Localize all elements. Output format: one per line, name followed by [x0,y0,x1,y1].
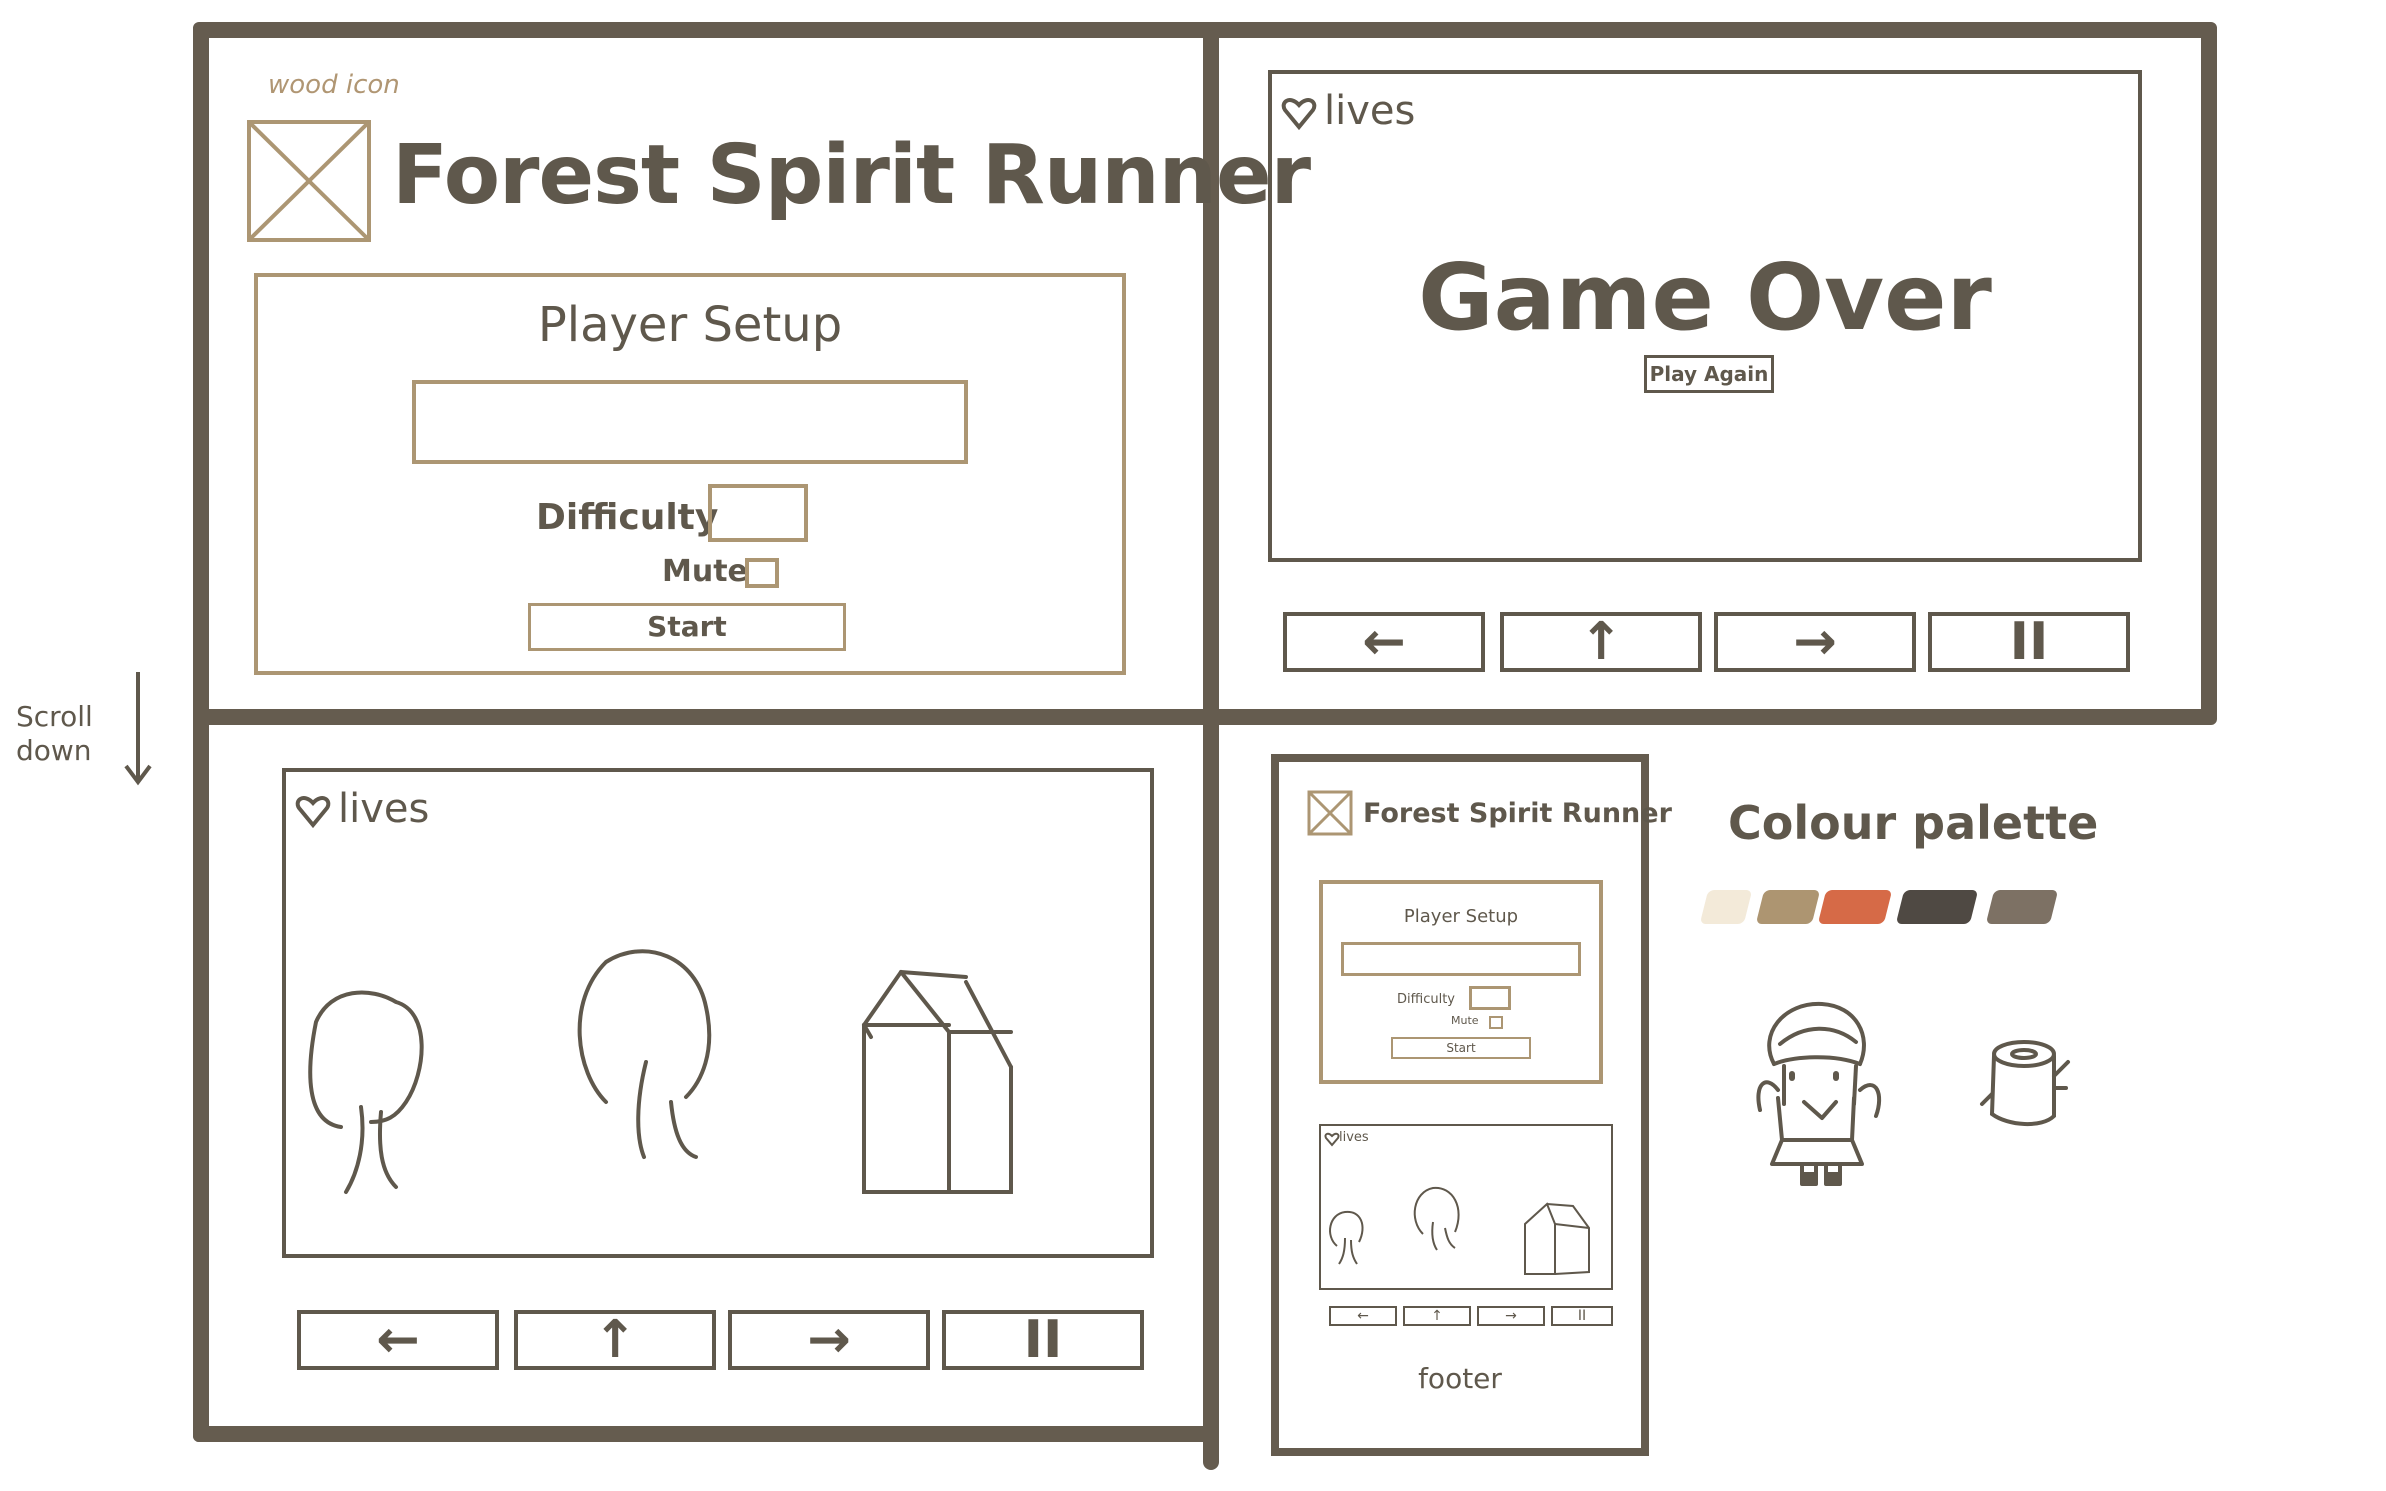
scroll-down-arrow [124,672,152,786]
game-title: Forest Spirit Runner [392,128,1311,223]
mobile-pause-button[interactable]: II [1551,1306,1613,1326]
mobile-game-viewport: lives [1319,1124,1613,1290]
difficulty-select[interactable] [708,484,808,542]
tree-icon [577,949,712,1159]
play-again-button[interactable]: Play Again [1644,355,1774,393]
mobile-difficulty-select[interactable] [1469,986,1511,1010]
wood-icon [1307,790,1353,836]
right-button[interactable]: → [728,1310,930,1370]
player-name-input[interactable] [412,380,968,464]
wood-icon-annotation: wood icon [268,70,400,100]
palette-swatch [1699,890,1753,924]
mobile-start-button[interactable]: Start [1391,1037,1531,1059]
palette-swatch [1985,890,2059,924]
mobile-left-button[interactable]: ← [1329,1306,1397,1326]
mobile-mute-label: Mute [1451,1014,1479,1027]
palette-swatch [1755,890,1821,924]
mobile-game-scene [1329,1186,1590,1275]
player-setup-title: Player Setup [537,297,843,353]
tree-icon [1329,1210,1364,1265]
mute-label: Mute [662,554,748,589]
mobile-footer: footer [1418,1362,1502,1395]
mobile-frame: Forest Spirit Runner Player Setup Diffic… [1271,754,1672,1456]
difficulty-label: Difficulty [536,497,719,538]
desktop-divider-vertical [1203,30,1219,1470]
up-button[interactable]: ↑ [514,1310,716,1370]
wood-icon-placeholder [247,120,371,242]
start-button[interactable]: Start [528,603,846,651]
left-button[interactable]: ← [297,1310,499,1370]
player-setup-panel: Player Setup Difficulty Mute Start [254,273,1126,675]
mobile-setup-title: Player Setup [1403,906,1519,927]
mobile-up-button[interactable]: ↑ [1403,1306,1471,1326]
log-stump [1980,1040,2070,1127]
scroll-annotation: Scroll down [16,700,93,768]
colour-palette-title: Colour palette [1728,796,2099,850]
wood-icon [247,120,371,242]
tree-icon [308,990,424,1194]
desktop-frame-bottom-edge [193,1426,1219,1442]
lives-label: lives [1324,88,1416,134]
house-icon [1524,1202,1590,1275]
mobile-difficulty-label: Difficulty [1397,992,1455,1007]
game-scene [308,949,1013,1194]
mobile-name-input[interactable] [1341,942,1581,976]
game-over-viewport: lives Game Over Play Again [1268,70,2142,562]
mobile-mute-checkbox[interactable] [1489,1016,1503,1029]
palette-swatch [1895,890,1979,924]
up-button[interactable]: ↑ [1500,612,1702,672]
mobile-right-button[interactable]: → [1477,1306,1545,1326]
game-over-heading: Game Over [1418,244,1992,351]
palette-swatch [1817,890,1893,924]
pause-button[interactable]: II [942,1310,1144,1370]
spirit-character [1756,1001,1882,1186]
tree-icon [1413,1186,1460,1251]
mute-checkbox[interactable] [745,558,779,588]
desktop-frame-bottom [193,700,209,1442]
gameplay-viewport: lives [282,768,1154,1258]
mobile-setup-panel: Player Setup Difficulty Mute Start [1319,880,1603,1084]
scroll-annotation-line1: Scroll [16,700,93,733]
house-icon [862,970,1013,1194]
pause-button[interactable]: II [1928,612,2130,672]
heart-icon [1281,98,1317,131]
right-button[interactable]: → [1714,612,1916,672]
scroll-annotation-line2: down [16,734,92,767]
left-button[interactable]: ← [1283,612,1485,672]
mobile-game-title: Forest Spirit Runner [1363,798,1672,829]
